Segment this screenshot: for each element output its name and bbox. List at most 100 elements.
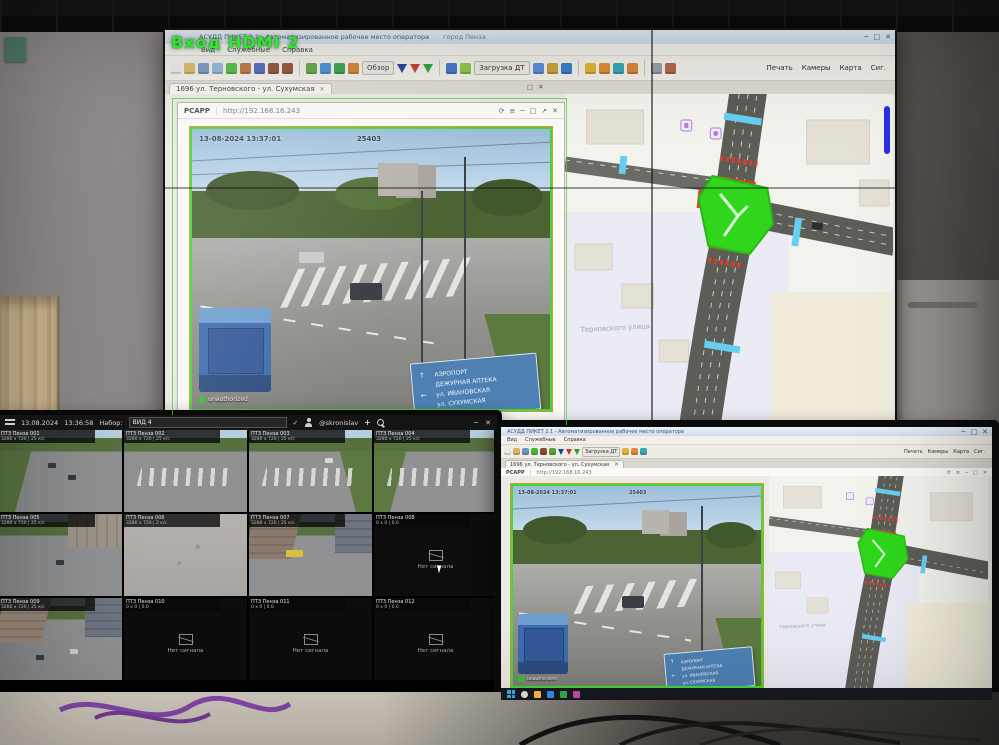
person-yellow-icon[interactable]: [585, 63, 596, 74]
tab-close-icon[interactable]: ✕: [614, 461, 619, 468]
cctv-close-icon[interactable]: ✕: [485, 419, 491, 427]
menu-burger-icon[interactable]: [5, 419, 15, 427]
app-icon[interactable]: [573, 691, 580, 698]
person-yellow-icon[interactable]: [622, 448, 629, 455]
intersection-tab[interactable]: 1696 ул. Терновского - ул. Сухумская ✕: [505, 460, 624, 468]
pcapp-close-icon[interactable]: ✕: [552, 107, 558, 115]
signal-button[interactable]: Сиг.: [974, 449, 985, 455]
camera-tile[interactable]: ПТЗ Пенза 0023280 x 720 | 25 к/с: [124, 430, 247, 512]
leaf-icon[interactable]: [306, 63, 317, 74]
camera-tile[interactable]: ПТЗ Пенза 0073280 x 720 | 25 к/с: [249, 514, 372, 596]
maximize-button[interactable]: □: [971, 428, 978, 436]
home-icon[interactable]: [240, 63, 251, 74]
camera-tile[interactable]: ПТЗ Пенза 0080 x 0 | 0.0 Нет сигнала: [374, 514, 497, 596]
traffic-map[interactable]: Терновского улица: [565, 94, 893, 425]
map-button[interactable]: Карта: [840, 64, 862, 72]
camera-feed[interactable]: 13-08-2024 13:37:01 25403 ↑АЭРОПОРТ ДЕЖУ…: [511, 484, 763, 688]
hand-icon[interactable]: [627, 63, 638, 74]
pcapp-min-icon[interactable]: ─: [520, 107, 524, 115]
bear-icon-2[interactable]: [282, 63, 293, 74]
filter-green-icon[interactable]: [574, 449, 580, 455]
filter-red-icon[interactable]: [410, 64, 420, 73]
tree-orange-icon[interactable]: [348, 63, 359, 74]
minimize-button[interactable]: ─: [864, 33, 868, 41]
apply-check-icon[interactable]: ✓: [293, 419, 298, 427]
camera-feed[interactable]: 13-08-2024 13:37:01 25403 ↑АЭРОПОРТ ДЕЖУ…: [190, 127, 552, 411]
camera-tile[interactable]: ПТЗ Пенза 0013280 x 720 | 25 к/с: [0, 430, 122, 512]
cameras-button[interactable]: Камеры: [802, 64, 831, 72]
cursor-icon[interactable]: [254, 63, 265, 74]
users-icon[interactable]: [446, 63, 457, 74]
camera-tile[interactable]: ПТЗ Пенза 0120 x 0 | 0.0 Нет сигнала: [374, 598, 497, 680]
menu-view[interactable]: Вид: [507, 437, 517, 443]
load-dt-button[interactable]: Загрузка ДТ: [582, 447, 620, 457]
filter-blue-icon[interactable]: [558, 449, 564, 455]
close-button[interactable]: ✕: [885, 33, 891, 41]
app-icon[interactable]: [560, 691, 567, 698]
move-icon[interactable]: +: [364, 418, 371, 427]
filter-blue-icon[interactable]: [397, 64, 407, 73]
browse-button[interactable]: Обзор: [362, 61, 394, 75]
print-button[interactable]: Печать: [904, 449, 923, 455]
filter-green-icon[interactable]: [423, 64, 433, 73]
cameras-button[interactable]: Камеры: [928, 449, 949, 455]
watering-can-icon[interactable]: [640, 448, 647, 455]
search-icon[interactable]: [521, 691, 528, 698]
screen-icon[interactable]: [212, 63, 223, 74]
camera-tile[interactable]: ПТЗ Пенза 0053280 x 720 | 25 к/с: [0, 514, 122, 596]
camera-url[interactable]: http://192.168.16.243: [216, 107, 493, 115]
traffic-map[interactable]: Терновского улица: [769, 476, 988, 688]
menu-icon[interactable]: ≡: [510, 107, 516, 115]
start-button-icon[interactable]: [507, 690, 515, 698]
pcapp-max-icon[interactable]: □: [530, 107, 537, 115]
browser-icon[interactable]: [547, 691, 554, 698]
camera-tile[interactable]: ПТЗ Пенза 0100 x 0 | 0.0 Нет сигнала: [124, 598, 247, 680]
bear-icon-1[interactable]: [540, 448, 547, 455]
intersection-tab[interactable]: 1696 ул. Терновского - ул. Сухумская ✕: [169, 83, 332, 94]
menu-help[interactable]: Справка: [564, 437, 586, 443]
new-doc-icon[interactable]: [170, 63, 181, 74]
menu-service[interactable]: Служебные: [525, 437, 556, 443]
person-orange-icon[interactable]: [599, 63, 610, 74]
tools-icon-2[interactable]: [665, 63, 676, 74]
load-dt-button[interactable]: Загрузка ДТ: [474, 61, 529, 75]
maximize-button[interactable]: □: [874, 33, 881, 41]
map-button[interactable]: Карта: [953, 449, 969, 455]
minimize-button[interactable]: ─: [961, 428, 965, 436]
refresh-icon[interactable]: ⟳: [499, 107, 505, 115]
zoom-plus-icon[interactable]: [533, 63, 544, 74]
layout-select[interactable]: ВИД 4: [129, 417, 287, 428]
green-tile-icon[interactable]: [226, 63, 237, 74]
signal-button[interactable]: Сиг.: [871, 64, 886, 72]
pencil-icon[interactable]: [547, 63, 558, 74]
monitors-icon[interactable]: [522, 448, 529, 455]
tab-close-icon[interactable]: ✕: [320, 86, 325, 93]
camera-tile[interactable]: ПТЗ Пенза 0110 x 0 | 0.0 Нет сигнала: [249, 598, 372, 680]
folder-icon[interactable]: [534, 691, 541, 698]
map-scrollbar[interactable]: [884, 106, 890, 154]
new-doc-icon[interactable]: [504, 448, 511, 455]
camera-tile[interactable]: ПТЗ Пенза 0063280 x 720 | 2 к/с: [124, 514, 247, 596]
watering-can-icon[interactable]: [613, 63, 624, 74]
open-icon[interactable]: [513, 448, 520, 455]
bear-icon-1[interactable]: [268, 63, 279, 74]
tab-strip-close-icon[interactable]: ✕: [538, 83, 543, 91]
monitors-icon[interactable]: [198, 63, 209, 74]
camera-tile[interactable]: ПТЗ Пенза 0093280 x 720 | 25 к/с: [0, 598, 122, 680]
tab-detach-icon[interactable]: □: [527, 83, 533, 91]
camera-tile[interactable]: ПТЗ Пенза 0033280 x 720 | 25 к/с: [249, 430, 372, 512]
tree-green-icon[interactable]: [334, 63, 345, 74]
person-orange-icon[interactable]: [631, 448, 638, 455]
print-button[interactable]: Печать: [767, 64, 793, 72]
person-blue-icon[interactable]: [561, 63, 572, 74]
tree-blue-icon[interactable]: [320, 63, 331, 74]
leaf-icon[interactable]: [549, 448, 556, 455]
green-tile-icon[interactable]: [531, 448, 538, 455]
filter-red-icon[interactable]: [566, 449, 572, 455]
magnifier-icon[interactable]: [377, 419, 385, 427]
cctv-minimize-icon[interactable]: ─: [474, 419, 478, 427]
camera-tile[interactable]: ПТЗ Пенза 0043280 x 720 | 25 к/с: [374, 430, 497, 512]
close-button[interactable]: ✕: [982, 428, 988, 436]
open-icon[interactable]: [184, 63, 195, 74]
pcapp-pop-icon[interactable]: ↗: [541, 107, 547, 115]
